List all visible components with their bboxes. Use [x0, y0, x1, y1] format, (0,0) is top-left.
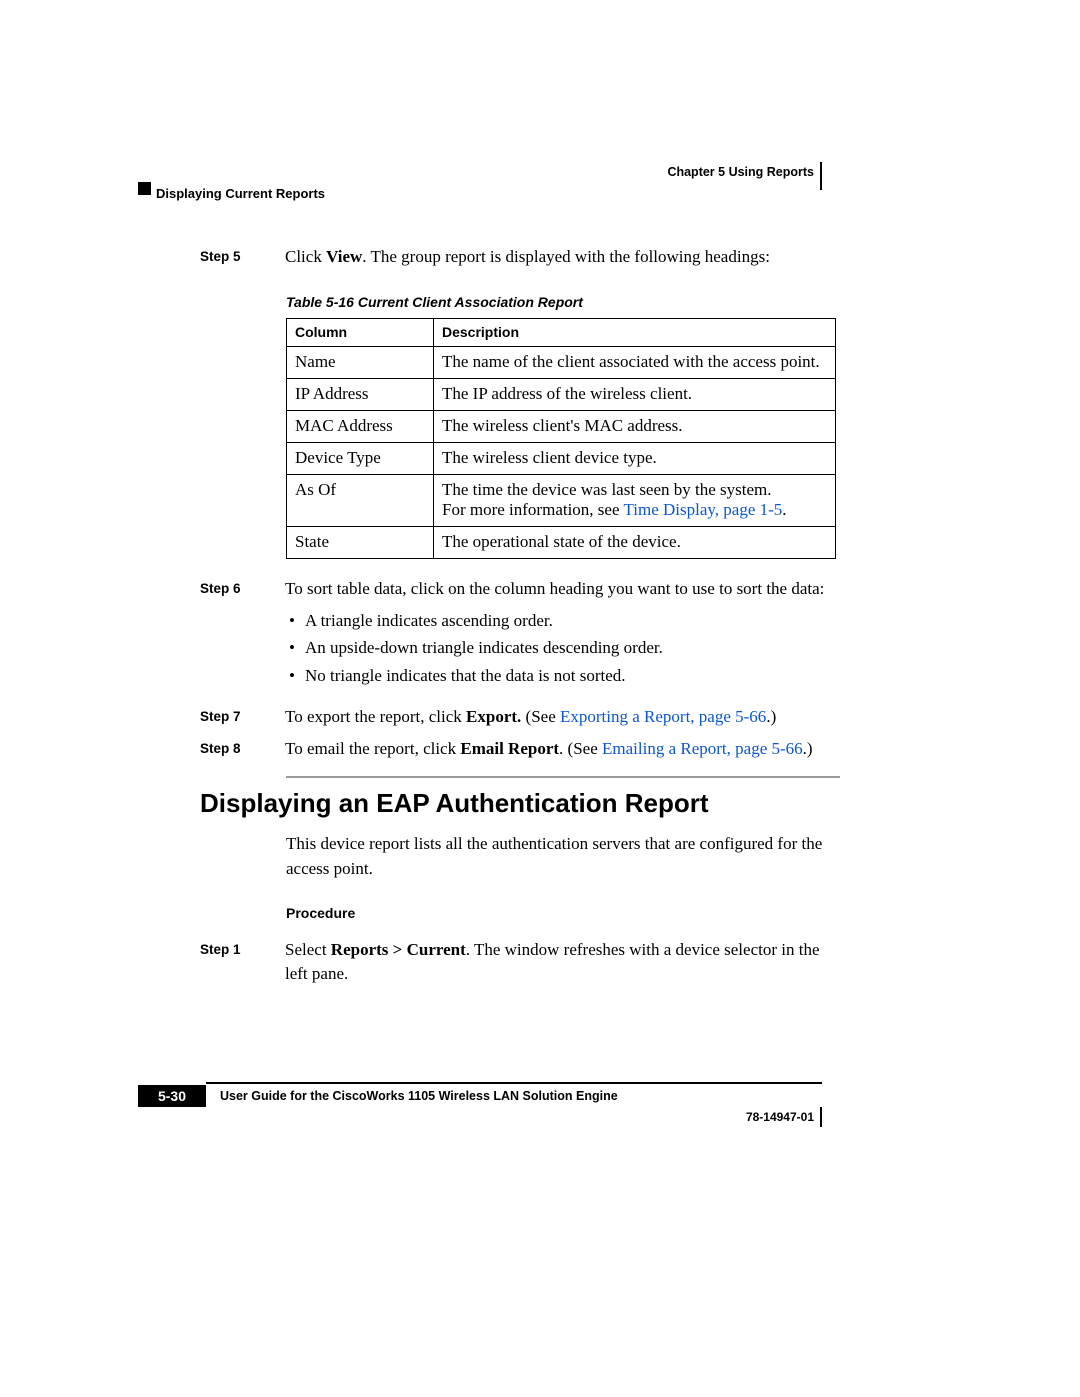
- text: The time the device was last seen by the…: [442, 480, 827, 500]
- cell-description: The wireless client's MAC address.: [434, 410, 836, 442]
- report-columns-table: Column Description Name The name of the …: [286, 318, 836, 559]
- text: . (See: [559, 739, 602, 758]
- table-row-asof: As Of The time the device was last seen …: [287, 474, 836, 526]
- text: Select: [285, 940, 331, 959]
- section-heading: Displaying an EAP Authentication Report: [200, 788, 709, 819]
- step-label: Step 7: [200, 705, 285, 730]
- bold-text: Email Report: [460, 739, 559, 758]
- table-row: MAC Address The wireless client's MAC ad…: [287, 410, 836, 442]
- list-item: A triangle indicates ascending order.: [305, 607, 840, 634]
- table-header-description: Description: [434, 318, 836, 346]
- section-marker-icon: [138, 182, 151, 195]
- cross-ref-link[interactable]: Emailing a Report, page 5-66: [602, 739, 803, 758]
- step-body: Select Reports > Current. The window ref…: [285, 938, 840, 987]
- list-item: An upside-down triangle indicates descen…: [305, 634, 840, 661]
- procedure-label: Procedure: [286, 903, 840, 923]
- step-6-row: Step 6 To sort table data, click on the …: [200, 577, 840, 697]
- cell-column: State: [287, 526, 434, 558]
- step-label: Step 1: [200, 938, 285, 987]
- table-caption: Table 5-16 Current Client Association Re…: [286, 294, 840, 310]
- text: Click: [285, 247, 326, 266]
- step-body: To sort table data, click on the column …: [285, 577, 840, 697]
- cell-description: The operational state of the device.: [434, 526, 836, 558]
- text: To export the report, click: [285, 707, 466, 726]
- cell-description: The time the device was last seen by the…: [434, 474, 836, 526]
- step-5-row: Step 5 Click View. The group report is d…: [200, 245, 840, 270]
- cell-column: MAC Address: [287, 410, 434, 442]
- bold-text: View: [326, 247, 362, 266]
- footer-guide-title: User Guide for the CiscoWorks 1105 Wirel…: [220, 1089, 618, 1103]
- cell-column: As Of: [287, 474, 434, 526]
- text: To email the report, click: [285, 739, 460, 758]
- cross-ref-link[interactable]: Exporting a Report, page 5-66: [560, 707, 766, 726]
- cross-ref-link[interactable]: Time Display, page 1-5: [623, 500, 782, 519]
- text: To sort table data, click on the column …: [285, 577, 840, 602]
- header-right-rule: [820, 162, 822, 190]
- text: .): [766, 707, 776, 726]
- step-body: Click View. The group report is displaye…: [285, 245, 840, 270]
- step-label: Step 5: [200, 245, 285, 270]
- list-item: No triangle indicates that the data is n…: [305, 662, 840, 689]
- text: (See: [521, 707, 560, 726]
- bold-text: Export.: [466, 707, 521, 726]
- cell-description: The wireless client device type.: [434, 442, 836, 474]
- text: For more information, see: [442, 500, 623, 519]
- page-number-box: 5-30: [138, 1085, 206, 1107]
- table-header-column: Column: [287, 318, 434, 346]
- step-8-row: Step 8 To email the report, click Email …: [200, 737, 840, 762]
- step-1-row: Step 1 Select Reports > Current. The win…: [200, 938, 840, 987]
- cell-description: The name of the client associated with t…: [434, 346, 836, 378]
- step-label: Step 8: [200, 737, 285, 762]
- text: .): [803, 739, 813, 758]
- section-end-rule: [286, 776, 840, 778]
- text: . The group report is displayed with the…: [362, 247, 770, 266]
- table-row: Name The name of the client associated w…: [287, 346, 836, 378]
- step-label: Step 6: [200, 577, 285, 697]
- table-row: State The operational state of the devic…: [287, 526, 836, 558]
- chapter-header: Chapter 5 Using Reports: [667, 165, 814, 179]
- text: .: [782, 500, 786, 519]
- step-7-row: Step 7 To export the report, click Expor…: [200, 705, 840, 730]
- table-row: Device Type The wireless client device t…: [287, 442, 836, 474]
- step-body: To export the report, click Export. (See…: [285, 705, 840, 730]
- publication-number: 78-14947-01: [746, 1110, 814, 1124]
- cell-description: The IP address of the wireless client.: [434, 378, 836, 410]
- footer-rule: [206, 1082, 822, 1084]
- cell-column: Name: [287, 346, 434, 378]
- document-page: Chapter 5 Using Reports Displaying Curre…: [0, 0, 1080, 1397]
- cell-column: Device Type: [287, 442, 434, 474]
- intro-paragraph: This device report lists all the authent…: [286, 832, 840, 881]
- step-body: To email the report, click Email Report.…: [285, 737, 840, 762]
- bullet-list: A triangle indicates ascending order. An…: [285, 607, 840, 689]
- cell-column: IP Address: [287, 378, 434, 410]
- footer-right-rule: [820, 1107, 822, 1127]
- bold-text: Reports > Current: [331, 940, 466, 959]
- table-row: IP Address The IP address of the wireles…: [287, 378, 836, 410]
- section-header: Displaying Current Reports: [156, 186, 325, 201]
